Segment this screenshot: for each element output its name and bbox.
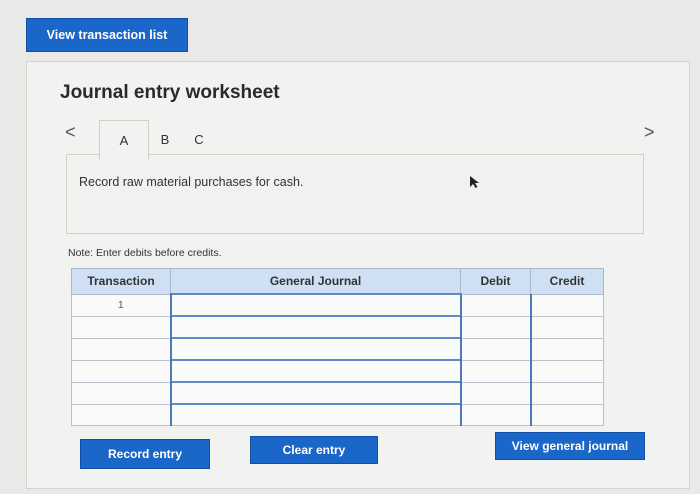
- general-journal-input[interactable]: [169, 403, 461, 426]
- debit-input[interactable]: [459, 293, 531, 317]
- general-journal-input[interactable]: [169, 337, 461, 361]
- tab-a[interactable]: A: [99, 120, 149, 160]
- debit-input[interactable]: [459, 381, 531, 405]
- table-header-row: Transaction General Journal Debit Credit: [71, 268, 604, 295]
- table-row: [71, 381, 604, 405]
- table-row: 1: [71, 293, 604, 317]
- mouse-pointer-icon: [470, 176, 479, 188]
- view-general-journal-button[interactable]: View general journal: [495, 432, 645, 460]
- credit-input[interactable]: [529, 381, 604, 405]
- column-header-debit: Debit: [460, 268, 531, 295]
- general-journal-input[interactable]: [169, 293, 461, 317]
- table-row: [71, 337, 604, 361]
- instruction-box: Record raw material purchases for cash.: [66, 154, 644, 234]
- general-journal-input[interactable]: [169, 315, 461, 339]
- table-row: [71, 315, 604, 339]
- instruction-text: Record raw material purchases for cash.: [79, 175, 304, 189]
- column-header-credit: Credit: [530, 268, 604, 295]
- general-journal-input[interactable]: [169, 381, 461, 405]
- debit-input[interactable]: [459, 359, 531, 383]
- column-header-general-journal: General Journal: [170, 268, 461, 295]
- transaction-cell: [71, 359, 171, 383]
- transaction-cell: [71, 337, 171, 361]
- chevron-right-icon[interactable]: >: [644, 122, 655, 143]
- note-text: Note: Enter debits before credits.: [68, 247, 222, 259]
- general-journal-input[interactable]: [169, 359, 461, 383]
- clear-entry-button[interactable]: Clear entry: [250, 436, 378, 464]
- debit-input[interactable]: [459, 315, 531, 339]
- table-row: [71, 403, 604, 426]
- transaction-cell: [71, 315, 171, 339]
- debit-input[interactable]: [459, 403, 531, 426]
- credit-input[interactable]: [529, 359, 604, 383]
- transaction-cell: 1: [71, 293, 171, 317]
- debit-input[interactable]: [459, 337, 531, 361]
- credit-input[interactable]: [529, 403, 604, 426]
- credit-input[interactable]: [529, 315, 604, 339]
- record-entry-button[interactable]: Record entry: [80, 439, 210, 469]
- page-title: Journal entry worksheet: [60, 82, 280, 103]
- column-header-transaction: Transaction: [71, 268, 171, 295]
- credit-input[interactable]: [529, 337, 604, 361]
- credit-input[interactable]: [529, 293, 604, 317]
- transaction-cell: [71, 403, 171, 426]
- journal-entry-table: Transaction General Journal Debit Credit…: [71, 268, 604, 426]
- chevron-left-icon[interactable]: <: [65, 122, 76, 143]
- table-row: [71, 359, 604, 383]
- view-transaction-list-button[interactable]: View transaction list: [26, 18, 188, 52]
- worksheet-panel: Journal entry worksheet < > A B C Record…: [26, 61, 690, 489]
- transaction-cell: [71, 381, 171, 405]
